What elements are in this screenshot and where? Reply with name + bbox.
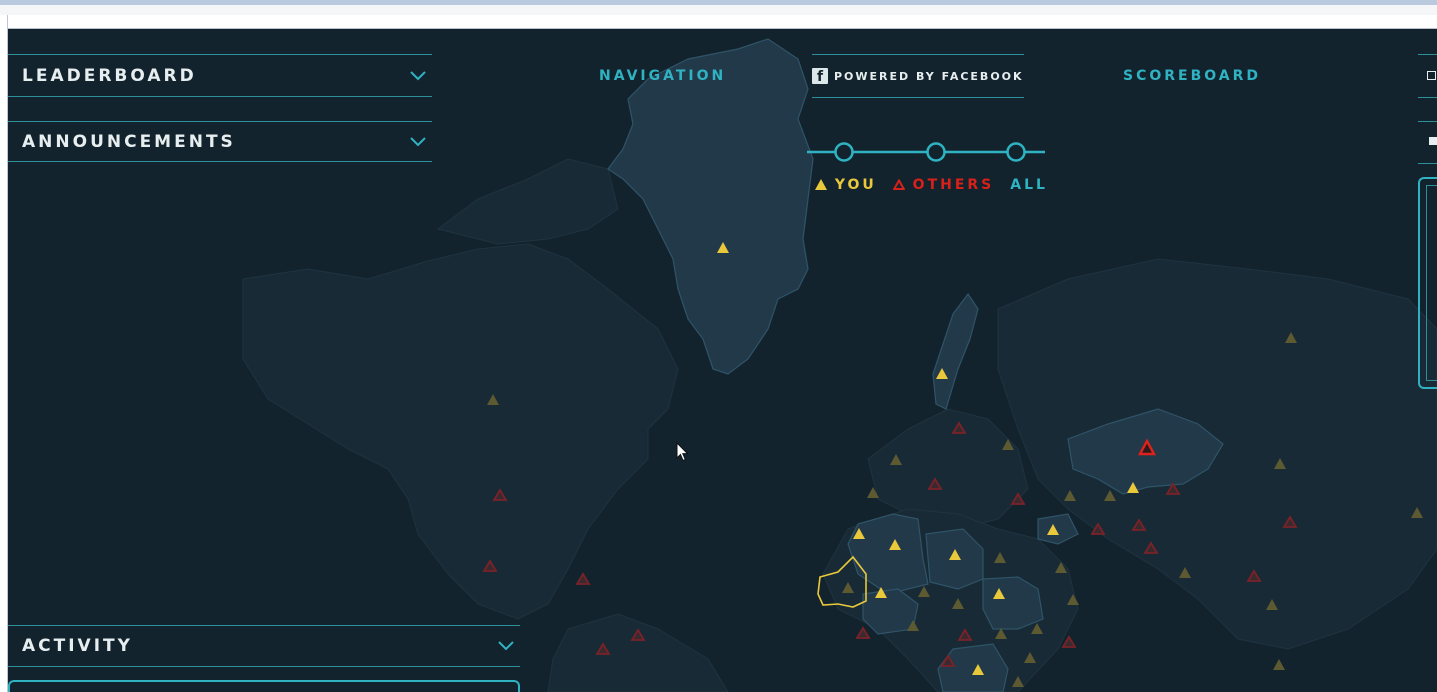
chevron-down-icon[interactable]	[410, 136, 426, 147]
right-nav-fragment-2[interactable]	[1418, 121, 1437, 164]
filter-others-label: OTHERS	[912, 177, 995, 193]
right-panel-frame	[1418, 177, 1437, 389]
triangle-you-icon	[815, 179, 827, 190]
leaderboard-title: LEADERBOARD	[22, 65, 197, 86]
facebook-icon: f	[812, 68, 828, 85]
filter-you-label: YOU	[834, 177, 877, 193]
scoreboard-link[interactable]: SCOREBOARD	[1123, 68, 1261, 84]
south-america-shape	[547, 613, 729, 692]
turkey-shape	[1037, 513, 1079, 545]
powered-by-label: POWERED BY FACEBOOK	[834, 69, 1024, 83]
chevron-down-icon[interactable]	[498, 641, 514, 651]
square-icon	[1427, 71, 1436, 80]
square-filled-icon	[1429, 137, 1437, 145]
europe-shape	[867, 408, 1029, 530]
leaderboard-panel[interactable]: LEADERBOARD	[8, 54, 432, 97]
slider-stop-you	[834, 142, 854, 162]
chevron-down-icon[interactable]	[410, 70, 426, 81]
slider-stop-others	[926, 142, 946, 162]
announcements-panel[interactable]: ANNOUNCEMENTS	[8, 121, 432, 162]
page-top-bar	[8, 15, 1437, 29]
activity-content-frame	[8, 680, 520, 692]
canada-islands-shape	[436, 158, 619, 245]
filter-all-label: ALL	[1010, 177, 1048, 193]
filter-others[interactable]: OTHERS	[892, 177, 995, 193]
powered-by-facebook: f POWERED BY FACEBOOK	[812, 54, 1024, 98]
filter-all[interactable]: ALL	[1010, 177, 1048, 193]
map-filters: YOU OTHERS ALL	[815, 177, 1048, 193]
activity-panel[interactable]: ACTIVITY	[8, 625, 520, 667]
slider-stop-all	[1006, 142, 1026, 162]
sweden-shape	[932, 292, 979, 410]
north-america-shape	[242, 243, 679, 620]
triangle-others-icon	[892, 178, 906, 190]
window-left-edge	[0, 15, 8, 692]
navigation-link[interactable]: NAVIGATION	[599, 68, 726, 84]
right-nav-fragment-1[interactable]	[1418, 54, 1437, 98]
cursor-icon	[676, 442, 689, 462]
activity-title: ACTIVITY	[22, 636, 133, 656]
announcements-title: ANNOUNCEMENTS	[22, 131, 236, 152]
filter-you[interactable]: YOU	[815, 177, 877, 193]
game-map-app: LEADERBOARD ANNOUNCEMENTS ACTIVITY NAVIG…	[8, 29, 1437, 692]
right-panel-inner	[1426, 185, 1437, 381]
filter-slider[interactable]	[807, 142, 1045, 162]
